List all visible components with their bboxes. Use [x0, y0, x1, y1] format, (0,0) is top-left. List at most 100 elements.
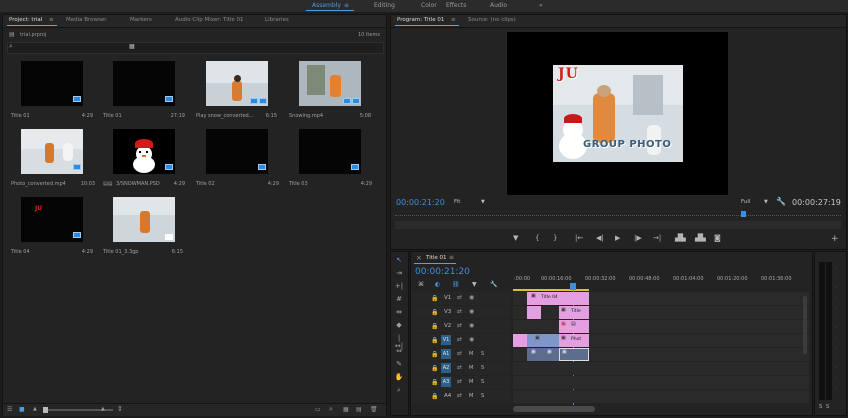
sync-lock-icon[interactable]: ⇄: [457, 364, 462, 371]
thumbnail-snowman-psd[interactable]: [113, 129, 175, 174]
playhead-indicator[interactable]: [741, 211, 746, 217]
track-lane[interactable]: ▣ Title: [513, 306, 809, 319]
lift-icon[interactable]: ▟▙: [675, 234, 686, 242]
rate-stretch-tool-icon[interactable]: ⇹: [394, 308, 404, 316]
workspace-effects[interactable]: Effects: [446, 2, 466, 9]
razor-tool-icon[interactable]: ◆: [394, 321, 404, 329]
tab-menu-icon[interactable]: ≡: [449, 254, 454, 261]
clip-title04[interactable]: ▣ Title 04: [527, 292, 589, 305]
snap-icon[interactable]: ◐: [435, 281, 440, 288]
mark-out-icon[interactable]: }: [553, 234, 557, 242]
workspace-color[interactable]: Color: [421, 2, 437, 9]
program-video-frame[interactable]: JU GROUP PHOTO: [507, 32, 728, 195]
tab-audio-clip-mixer[interactable]: Audio Clip Mixer: Title 01: [175, 17, 244, 23]
thumbnail-title01[interactable]: [21, 61, 83, 106]
solo-button[interactable]: S: [481, 351, 484, 357]
track-target-button[interactable]: A1: [441, 349, 451, 359]
clip-snowman[interactable]: ▣ ▤: [559, 320, 589, 333]
tab-libraries[interactable]: Libraries: [265, 17, 289, 23]
step-forward-icon[interactable]: |▶: [634, 234, 642, 242]
timeline-vertical-scrollbar[interactable]: [803, 296, 807, 354]
track-lane[interactable]: ▣ ▣ ▣: [513, 348, 809, 361]
track-lane[interactable]: ▣ ▤: [513, 320, 809, 333]
add-button-icon[interactable]: +: [831, 234, 839, 244]
mute-button[interactable]: M: [469, 365, 473, 371]
zoom-in-icon[interactable]: ▲: [101, 406, 105, 412]
timeline-horizontal-scrollbar[interactable]: [513, 406, 595, 412]
thumbnail-photo-converted[interactable]: [21, 129, 83, 174]
search-input[interactable]: [7, 42, 384, 54]
solo-right-button[interactable]: S: [826, 404, 829, 410]
tab-media-browser[interactable]: Media Browser: [66, 17, 107, 23]
clip-photo[interactable]: ▣ Phot: [559, 334, 589, 347]
work-area-bar[interactable]: [513, 289, 589, 291]
lock-icon[interactable]: 🔒: [431, 351, 438, 358]
sync-lock-icon[interactable]: ⇄: [457, 350, 462, 357]
audio-clip-b[interactable]: ▣: [543, 348, 559, 361]
list-view-icon[interactable]: ☰: [7, 406, 12, 413]
track-lane[interactable]: [513, 362, 809, 375]
mute-button[interactable]: M: [469, 393, 473, 399]
clip-title-a[interactable]: [527, 306, 541, 319]
quality-dropdown[interactable]: Full: [741, 199, 750, 205]
linked-selection-icon[interactable]: ⛓: [452, 281, 460, 288]
mark-in-icon[interactable]: {: [535, 234, 539, 242]
thumbnail-title01-3gp[interactable]: [113, 197, 175, 242]
icon-view-icon[interactable]: ■: [19, 406, 25, 413]
lock-icon[interactable]: 🔒: [431, 337, 438, 344]
track-lane[interactable]: [513, 376, 809, 389]
track-lane[interactable]: [513, 390, 809, 403]
close-tab-icon[interactable]: ×: [416, 254, 422, 262]
mute-button[interactable]: M: [469, 351, 473, 357]
timeline-timecode[interactable]: 00:00:21:20: [415, 267, 470, 277]
track-lane[interactable]: ▣ Title 04: [513, 292, 809, 305]
clip-play-snow[interactable]: ▣: [527, 334, 559, 347]
sync-lock-icon[interactable]: ⇄: [457, 322, 462, 329]
sync-lock-icon[interactable]: ⇄: [457, 392, 462, 399]
tab-timeline-sequence[interactable]: Title 01: [426, 255, 447, 261]
eye-icon[interactable]: ◉: [469, 308, 474, 315]
extract-icon[interactable]: ▟▙: [695, 234, 706, 242]
selection-tool-icon[interactable]: ↖: [394, 256, 404, 264]
workspace-audio[interactable]: Audio: [490, 2, 507, 9]
thumbnail-title04[interactable]: JU: [21, 197, 83, 242]
solo-button[interactable]: S: [481, 365, 484, 371]
clip-photo-start[interactable]: [513, 334, 527, 347]
track-select-tool-icon[interactable]: ⇥: [394, 269, 404, 277]
clip-title-b[interactable]: ▣ Title: [559, 306, 589, 319]
thumbnail-title01-b[interactable]: [113, 61, 175, 106]
sync-lock-icon[interactable]: ⇄: [457, 308, 462, 315]
thumbnail-play-snow[interactable]: [206, 61, 268, 106]
find-icon[interactable]: ⌕: [329, 405, 333, 414]
sync-lock-icon[interactable]: ⇄: [457, 294, 462, 301]
new-bin-icon[interactable]: ▦: [343, 406, 349, 413]
mute-button[interactable]: M: [469, 379, 473, 385]
solo-left-button[interactable]: S: [819, 404, 822, 410]
eye-icon[interactable]: ◉: [469, 322, 474, 329]
tab-program[interactable]: Program: Title 01: [397, 17, 444, 23]
add-marker-icon[interactable]: ▼: [513, 234, 518, 242]
workspace-assembly[interactable]: Assembly: [312, 2, 341, 9]
wrench-icon[interactable]: 🔧: [776, 197, 786, 206]
export-frame-icon[interactable]: ◙: [714, 234, 721, 242]
slide-tool-icon[interactable]: ⇔: [394, 347, 404, 355]
tab-menu-icon[interactable]: ≡: [49, 17, 54, 23]
thumbnail-title03[interactable]: [299, 129, 361, 174]
play-icon[interactable]: ▶: [615, 234, 620, 242]
hand-tool-icon[interactable]: ✋: [394, 373, 404, 381]
go-to-out-icon[interactable]: →|: [653, 234, 661, 242]
track-target-button[interactable]: V1: [441, 335, 451, 345]
rolling-edit-tool-icon[interactable]: #: [394, 295, 404, 303]
sort-icon[interactable]: ⇕: [117, 405, 123, 413]
solo-button[interactable]: S: [481, 379, 484, 385]
audio-clip-selected[interactable]: ▣: [559, 348, 589, 361]
lock-icon[interactable]: 🔒: [431, 295, 438, 302]
pen-tool-icon[interactable]: ✎: [394, 360, 404, 368]
zoom-slider-handle[interactable]: [43, 407, 48, 413]
workspace-editing[interactable]: Editing: [374, 2, 395, 9]
lock-icon[interactable]: 🔒: [431, 323, 438, 330]
new-item-icon[interactable]: ▤: [356, 406, 362, 413]
workspace-overflow-icon[interactable]: »: [539, 2, 543, 9]
sync-lock-icon[interactable]: ⇄: [457, 336, 462, 343]
trash-icon[interactable]: 🗑: [370, 406, 378, 413]
